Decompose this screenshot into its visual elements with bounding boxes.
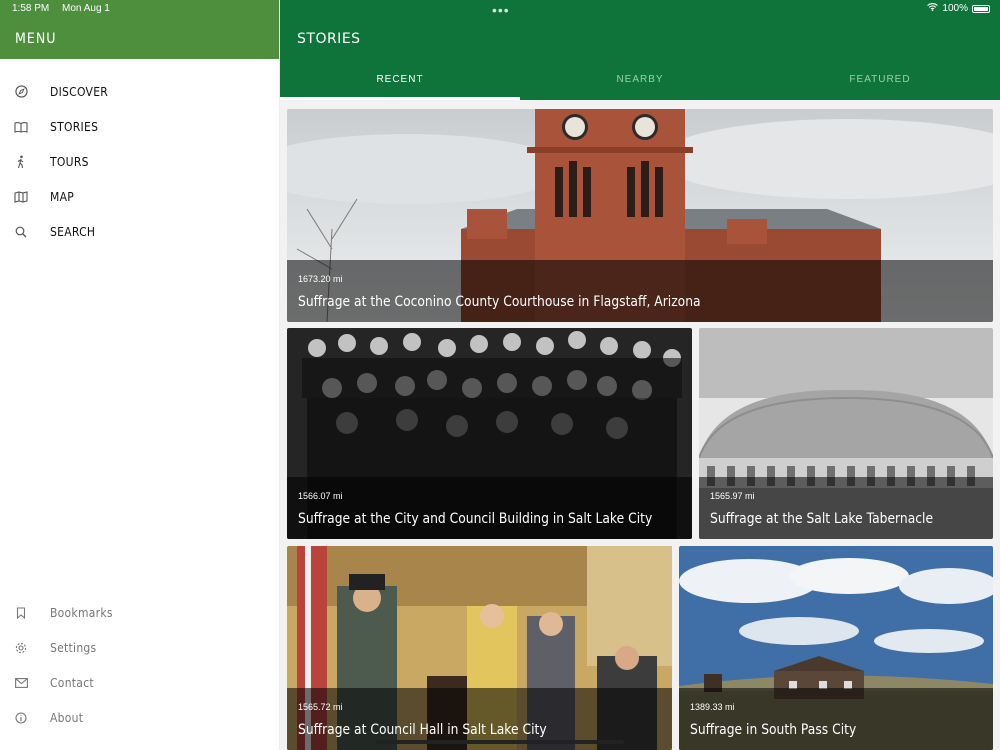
main-nav: DISCOVER STORIES TOURS MAP SEARCH	[0, 74, 280, 249]
nav-label: TOURS	[50, 154, 89, 169]
status-bar-right: 100%	[927, 2, 990, 14]
card-distance: 1565.97 mi	[710, 491, 755, 501]
nav-item-tours[interactable]: TOURS	[0, 144, 280, 179]
nav-label: Settings	[50, 640, 97, 655]
nav-label: STORIES	[50, 119, 99, 134]
info-icon	[14, 711, 28, 725]
nav-label: SEARCH	[50, 224, 96, 239]
search-icon	[14, 225, 28, 239]
nav-item-map[interactable]: MAP	[0, 179, 280, 214]
status-date: Mon Aug 1	[62, 3, 110, 14]
card-title: Suffrage in South Pass City	[690, 722, 857, 738]
card-overlay	[699, 477, 993, 539]
battery-percent: 100%	[942, 3, 968, 14]
compass-icon	[14, 85, 28, 99]
card-title: Suffrage at the City and Council Buildin…	[298, 511, 653, 527]
map-icon	[14, 190, 28, 204]
menu-title: MENU	[15, 31, 57, 47]
status-time: 1:58 PM	[12, 3, 50, 14]
wifi-icon	[927, 2, 939, 14]
story-card[interactable]: 1566.07 mi Suffrage at the City and Coun…	[287, 328, 692, 539]
nav-label: Contact	[50, 675, 94, 690]
nav-item-about[interactable]: About	[0, 700, 280, 735]
tab-bar: RECENT NEARBY FEATURED	[280, 66, 1000, 100]
card-overlay	[287, 260, 993, 322]
nav-item-search[interactable]: SEARCH	[0, 214, 280, 249]
battery-icon	[972, 4, 990, 13]
nav-label: MAP	[50, 189, 75, 204]
gear-icon	[14, 641, 28, 655]
main-header: ••• 100% STORIES RECENT NEARBY FEATURED	[280, 0, 1000, 100]
mail-icon	[14, 676, 28, 690]
story-card[interactable]: 1389.33 mi Suffrage in South Pass City	[679, 546, 993, 750]
book-icon	[14, 120, 28, 134]
nav-item-settings[interactable]: Settings	[0, 630, 280, 665]
sidebar-header: 1:58 PM Mon Aug 1 MENU	[0, 0, 279, 59]
tab-recent[interactable]: RECENT	[280, 66, 520, 100]
card-title: Suffrage at the Coconino County Courthou…	[298, 294, 701, 310]
card-distance: 1673.20 mi	[298, 274, 343, 284]
nav-label: Bookmarks	[50, 605, 113, 620]
sidebar: 1:58 PM Mon Aug 1 MENU DISCOVER STORIES …	[0, 0, 280, 750]
card-distance: 1565.72 mi	[298, 702, 343, 712]
card-overlay	[679, 688, 993, 750]
tab-nearby[interactable]: NEARBY	[520, 66, 760, 100]
card-distance: 1566.07 mi	[298, 491, 343, 501]
home-indicator[interactable]	[376, 740, 624, 744]
story-card[interactable]: 1565.72 mi Suffrage at Council Hall in S…	[287, 546, 672, 750]
secondary-nav: Bookmarks Settings Contact About	[0, 595, 280, 735]
tab-featured[interactable]: FEATURED	[760, 66, 1000, 100]
card-overlay	[287, 477, 692, 539]
multitasking-dots[interactable]: •••	[492, 2, 510, 18]
nav-label: DISCOVER	[50, 84, 109, 99]
nav-item-contact[interactable]: Contact	[0, 665, 280, 700]
nav-item-bookmarks[interactable]: Bookmarks	[0, 595, 280, 630]
nav-item-discover[interactable]: DISCOVER	[0, 74, 280, 109]
walker-icon	[14, 155, 28, 169]
card-title: Suffrage at Council Hall in Salt Lake Ci…	[298, 722, 547, 738]
nav-label: About	[50, 710, 84, 725]
card-distance: 1389.33 mi	[690, 702, 735, 712]
story-card[interactable]: 1565.97 mi Suffrage at the Salt Lake Tab…	[699, 328, 993, 539]
main-content: ••• 100% STORIES RECENT NEARBY FEATURED	[280, 0, 1000, 750]
card-title: Suffrage at the Salt Lake Tabernacle	[710, 511, 934, 527]
story-card[interactable]: 1673.20 mi Suffrage at the Coconino Coun…	[287, 109, 993, 322]
status-bar-left: 1:58 PM Mon Aug 1	[12, 3, 120, 14]
page-title: STORIES	[297, 31, 361, 47]
bookmark-icon	[14, 606, 28, 620]
nav-item-stories[interactable]: STORIES	[0, 109, 280, 144]
